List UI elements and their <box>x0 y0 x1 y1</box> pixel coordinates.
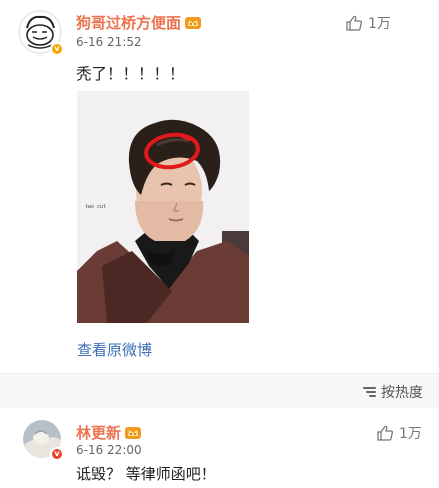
weibo-post-card: v 狗哥过桥方便面 6-16 21:52 1万 秃了！！！！！ two cut … <box>0 0 439 373</box>
thumbs-up-icon <box>346 15 362 31</box>
member-crown-icon <box>125 427 142 439</box>
post-timestamp: 6-16 21:52 <box>76 35 142 49</box>
post-like-button[interactable]: 1万 <box>346 13 391 33</box>
comment-sort-bar: 按热度 <box>0 374 439 408</box>
comment-author-avatar[interactable]: v <box>23 420 64 461</box>
verified-badge-icon: v <box>50 42 64 56</box>
thumbs-up-icon <box>377 425 393 441</box>
member-crown-icon <box>185 17 202 29</box>
verified-badge-icon: v <box>50 447 64 461</box>
view-original-weibo-link[interactable]: 查看原微博 <box>77 339 152 360</box>
comment-timestamp: 6-16 22:00 <box>76 443 142 457</box>
comment-text: 诋毁？ 等律师函吧！ <box>76 465 216 483</box>
post-image[interactable]: two cut <box>77 91 249 323</box>
sort-label: 按热度 <box>381 385 423 401</box>
post-text: 秃了！！！！！ <box>76 65 185 83</box>
photo-caption: two cut <box>85 204 107 210</box>
post-like-count: 1万 <box>368 16 391 32</box>
sort-by-hot-button[interactable]: 按热度 <box>363 382 423 402</box>
sort-icon <box>363 386 376 398</box>
comment-author-name[interactable]: 林更新 <box>76 422 121 443</box>
comment-like-count: 1万 <box>399 426 422 442</box>
comment-like-button[interactable]: 1万 <box>377 423 422 443</box>
post-author-avatar[interactable]: v <box>18 10 64 56</box>
post-author-row: 狗哥过桥方便面 <box>76 12 202 33</box>
post-author-name[interactable]: 狗哥过桥方便面 <box>76 12 181 33</box>
comment-author-row: 林更新 <box>76 422 142 443</box>
